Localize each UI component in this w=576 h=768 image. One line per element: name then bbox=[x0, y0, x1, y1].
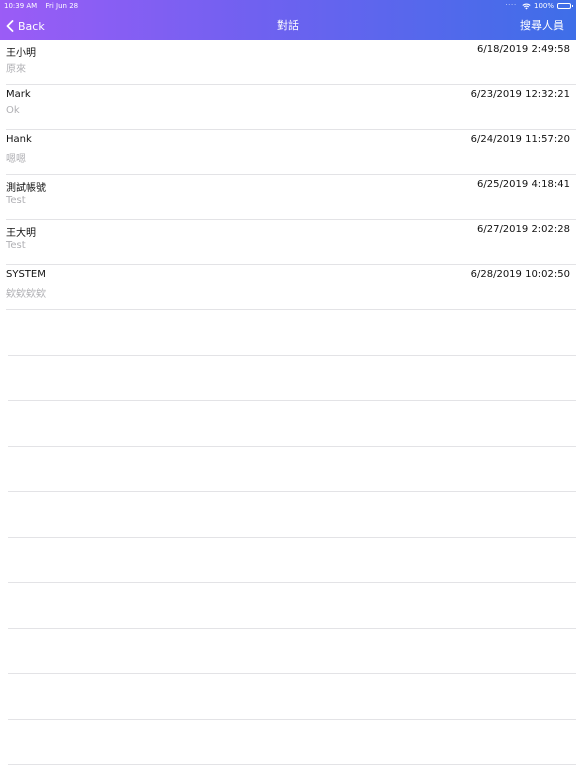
list-item[interactable]: 測試帳號 Test 6/25/2019 4:18:41 bbox=[6, 175, 576, 220]
message-timestamp: 6/18/2019 2:49:58 bbox=[476, 44, 570, 55]
navigation-header: 10:39 AM Fri Jun 28 ···· 100% 對話 Back 搜尋… bbox=[0, 0, 576, 40]
empty-row bbox=[8, 674, 576, 720]
search-people-button[interactable]: 搜尋人員 bbox=[520, 12, 564, 40]
message-timestamp: 6/28/2019 10:02:50 bbox=[470, 269, 570, 280]
battery-percent: 100% bbox=[533, 2, 554, 10]
list-item[interactable]: 王大明 Test 6/27/2019 2:02:28 bbox=[6, 220, 576, 265]
contact-name: 王大明 bbox=[6, 228, 36, 239]
last-message: Test bbox=[6, 240, 26, 251]
status-time: 10:39 AM bbox=[4, 2, 38, 10]
contact-name: 王小明 bbox=[6, 48, 36, 59]
contact-name: SYSTEM bbox=[6, 269, 46, 280]
list-item[interactable]: SYSTEM 欸欸欸欸 6/28/2019 10:02:50 bbox=[6, 265, 576, 310]
wifi-icon bbox=[522, 2, 531, 9]
status-date: Fri Jun 28 bbox=[45, 2, 79, 10]
empty-row bbox=[8, 401, 576, 447]
last-message: Test bbox=[6, 195, 26, 206]
page-title: 對話 bbox=[277, 19, 299, 32]
chevron-left-icon bbox=[6, 20, 14, 32]
list-item[interactable]: Mark Ok 6/23/2019 12:32:21 bbox=[6, 85, 576, 130]
last-message: 原來 bbox=[6, 64, 26, 75]
back-button[interactable]: Back bbox=[6, 16, 45, 36]
nav-bar: 對話 Back 搜尋人員 bbox=[0, 12, 576, 40]
empty-row bbox=[8, 447, 576, 492]
list-item[interactable]: 王小明 原來 6/18/2019 2:49:58 bbox=[6, 40, 576, 85]
signal-dots-icon: ···· bbox=[505, 2, 517, 9]
empty-row bbox=[8, 310, 576, 356]
message-timestamp: 6/23/2019 12:32:21 bbox=[470, 89, 570, 100]
contact-name: Mark bbox=[6, 89, 31, 100]
status-bar: 10:39 AM Fri Jun 28 ···· 100% bbox=[0, 0, 576, 12]
back-label: Back bbox=[18, 19, 45, 33]
empty-row bbox=[8, 356, 576, 401]
empty-row bbox=[8, 720, 576, 765]
last-message: 欸欸欸欸 bbox=[6, 289, 46, 300]
conversation-list: 王小明 原來 6/18/2019 2:49:58 Mark Ok 6/23/20… bbox=[0, 40, 576, 765]
last-message: Ok bbox=[6, 105, 20, 116]
status-right: ···· 100% bbox=[505, 0, 573, 12]
status-left: 10:39 AM Fri Jun 28 bbox=[4, 0, 84, 12]
message-timestamp: 6/27/2019 2:02:28 bbox=[476, 224, 570, 235]
empty-row bbox=[8, 629, 576, 674]
message-timestamp: 6/24/2019 11:57:20 bbox=[470, 134, 570, 145]
last-message: 嗯嗯 bbox=[6, 154, 26, 165]
contact-name: Hank bbox=[6, 134, 32, 145]
empty-row bbox=[8, 538, 576, 583]
list-item[interactable]: Hank 嗯嗯 6/24/2019 11:57:20 bbox=[6, 130, 576, 175]
contact-name: 測試帳號 bbox=[6, 183, 46, 194]
battery-icon bbox=[557, 3, 573, 9]
empty-row bbox=[8, 492, 576, 538]
message-timestamp: 6/25/2019 4:18:41 bbox=[476, 179, 570, 190]
empty-row bbox=[8, 583, 576, 629]
